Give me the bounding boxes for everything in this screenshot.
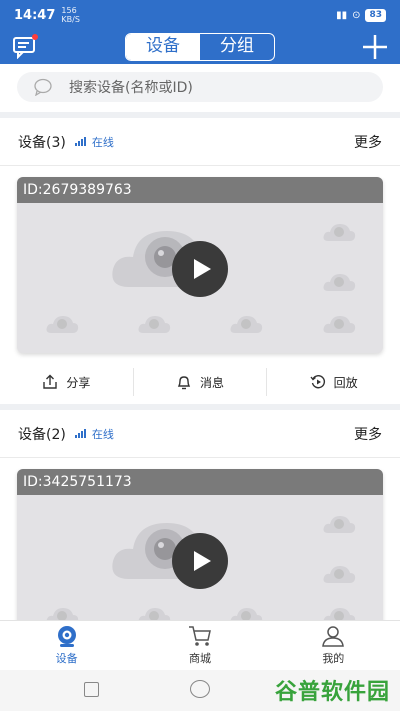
playback-label: 回放 xyxy=(333,375,358,390)
share-button[interactable]: 分享 xyxy=(0,368,133,396)
view-segmented-control: 设备 分组 xyxy=(125,33,275,61)
status-icons: ▮▮ ⊙ 83 xyxy=(336,8,386,22)
battery-indicator: 83 xyxy=(365,8,386,22)
search-icon xyxy=(34,78,52,96)
play-button[interactable] xyxy=(172,241,228,297)
tab-profile-nav[interactable]: 我的 xyxy=(267,621,400,670)
brand-logo-text: 谷普软件园 xyxy=(274,680,390,705)
search-placeholder: 搜索设备(名称或ID) xyxy=(69,80,193,96)
camera-icon xyxy=(57,626,76,647)
alarm-icon: ⊙ xyxy=(352,9,361,21)
app-header: 设备 分组 xyxy=(0,30,400,64)
signal-icon: ▮▮ xyxy=(336,9,348,21)
playback-icon xyxy=(310,375,325,389)
device-id-label: ID:2679389763 xyxy=(17,177,383,203)
watermark-icon xyxy=(138,608,171,620)
search-section: 搜索设备(名称或ID) xyxy=(0,64,400,112)
watermark-icon xyxy=(323,316,356,333)
share-icon xyxy=(43,374,58,389)
video-preview[interactable]: ID:2679389763 xyxy=(17,177,383,353)
watermark-icon xyxy=(230,608,263,620)
message-label: 消息 xyxy=(200,375,225,390)
recent-apps-icon[interactable] xyxy=(84,682,99,697)
add-device-icon[interactable] xyxy=(362,34,388,60)
watermark-icon xyxy=(323,274,356,291)
signal-strength-icon xyxy=(74,137,86,146)
cart-icon xyxy=(188,626,211,646)
device-card: 设备(2) 在线 更多 ID:3425751173 xyxy=(0,410,400,620)
network-indicator: 156 KB/S xyxy=(61,6,80,24)
bottom-tab-bar: 设备 商城 我的 xyxy=(0,620,400,670)
status-bar: 14:47 156 KB/S ▮▮ ⊙ 83 xyxy=(0,0,400,30)
device-card: 设备(3) 在线 更多 ID:2679389763 分享 消息 回放 xyxy=(0,118,400,404)
more-button[interactable]: 更多 xyxy=(354,132,382,152)
watermark-icon xyxy=(323,608,356,620)
watermark-icon xyxy=(46,608,79,620)
tab-devices-label: 设备 xyxy=(55,652,78,665)
message-button[interactable]: 消息 xyxy=(132,368,268,396)
device-title: 设备(2) xyxy=(18,426,66,443)
user-icon xyxy=(322,626,345,647)
tab-groups[interactable]: 分组 xyxy=(200,34,274,60)
notification-dot xyxy=(32,34,38,40)
device-id-label: ID:3425751173 xyxy=(17,469,383,495)
watermark-icon xyxy=(46,316,79,333)
watermark-icon xyxy=(323,516,356,533)
playback-button[interactable]: 回放 xyxy=(267,368,400,396)
play-button[interactable] xyxy=(172,533,228,589)
tab-profile-label: 我的 xyxy=(322,652,345,665)
online-status: 在线 xyxy=(91,427,114,441)
search-input[interactable]: 搜索设备(名称或ID) xyxy=(17,72,383,102)
signal-strength-icon xyxy=(74,429,86,438)
home-icon[interactable] xyxy=(190,680,210,698)
watermark-icon xyxy=(138,316,171,333)
system-nav-bar: 谷普软件园 xyxy=(0,670,400,711)
watermark-icon xyxy=(323,224,356,241)
device-title: 设备(3) xyxy=(18,134,66,151)
watermark-icon xyxy=(230,316,263,333)
site-watermark: 谷普软件园 xyxy=(275,674,390,706)
tab-devices-nav[interactable]: 设备 xyxy=(0,621,133,670)
watermark-icon xyxy=(323,566,356,583)
bell-icon xyxy=(177,376,191,390)
more-button[interactable]: 更多 xyxy=(354,424,382,444)
device-card-header: 设备(3) 在线 更多 xyxy=(0,118,400,166)
online-status: 在线 xyxy=(91,135,114,149)
device-actions: 分享 消息 回放 xyxy=(0,362,400,402)
tab-mall-label: 商城 xyxy=(188,652,211,665)
tab-devices[interactable]: 设备 xyxy=(126,34,200,60)
video-preview[interactable]: ID:3425751173 xyxy=(17,469,383,620)
device-card-header: 设备(2) 在线 更多 xyxy=(0,410,400,458)
share-label: 分享 xyxy=(66,375,91,390)
status-time: 14:47 xyxy=(14,7,56,23)
tab-mall-nav[interactable]: 商城 xyxy=(133,621,266,670)
